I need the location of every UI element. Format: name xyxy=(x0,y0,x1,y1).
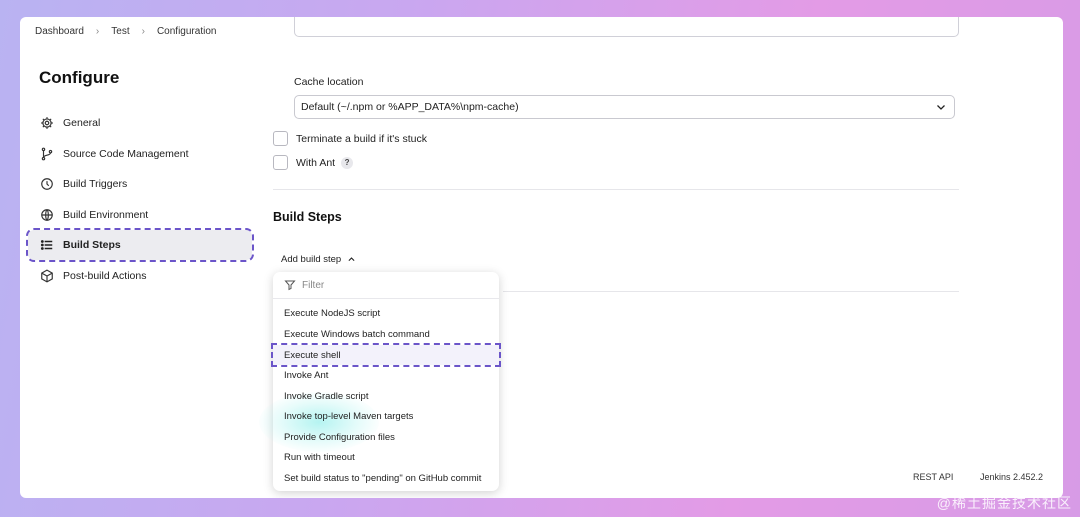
filter-icon xyxy=(284,280,296,291)
sidebar-item-label: Build Environment xyxy=(63,209,149,221)
add-build-step-button[interactable]: Add build step xyxy=(273,249,364,269)
gear-icon xyxy=(39,115,55,131)
dropdown-item-run-with-timeout[interactable]: Run with timeout xyxy=(273,447,499,467)
filter-input[interactable]: Filter xyxy=(273,272,499,299)
sidebar-item-label: Source Code Management xyxy=(63,148,189,160)
cache-location-value: Default (~/.npm or %APP_DATA%\npm-cache) xyxy=(301,101,519,113)
with-ant-label: With Ant xyxy=(296,156,336,169)
globe-icon xyxy=(39,207,55,223)
sidebar-item-build-triggers[interactable]: Build Triggers xyxy=(28,169,252,199)
sidebar-item-source-code-management[interactable]: Source Code Management xyxy=(28,139,252,169)
terminate-stuck-checkbox[interactable] xyxy=(273,131,288,146)
breadcrumb: Dashboard › Test › Configuration xyxy=(33,26,218,37)
add-build-step-label: Add build step xyxy=(281,253,342,265)
chevron-right-icon: › xyxy=(95,26,100,37)
main-content: Cache location Default (~/.npm or %APP_D… xyxy=(259,17,963,498)
sidebar-item-label: Build Steps xyxy=(63,239,121,251)
page-title: Configure xyxy=(39,68,120,87)
branch-icon xyxy=(39,146,55,162)
breadcrumb-test[interactable]: Test xyxy=(109,26,131,37)
breadcrumb-dashboard[interactable]: Dashboard xyxy=(33,26,86,37)
dropdown-item-execute-nodejs[interactable]: Execute NodeJS script xyxy=(273,303,499,323)
chevron-down-icon xyxy=(935,101,947,116)
terminate-stuck-option: Terminate a build if it's stuck xyxy=(273,131,427,146)
package-icon xyxy=(39,268,55,284)
dropdown-item-provide-config-files[interactable]: Provide Configuration files xyxy=(273,427,499,447)
with-ant-option: With Ant ? xyxy=(273,155,354,170)
dropdown-item-execute-windows-batch[interactable]: Execute Windows batch command xyxy=(273,324,499,344)
build-step-dropdown: Filter Execute NodeJS script Execute Win… xyxy=(259,272,501,491)
jenkins-window: Dashboard › Test › Configuration Configu… xyxy=(20,17,1063,498)
with-ant-checkbox[interactable] xyxy=(273,155,288,170)
dropdown-item-invoke-maven[interactable]: Invoke top-level Maven targets xyxy=(273,406,499,426)
sidebar-item-build-steps[interactable]: Build Steps xyxy=(26,228,254,262)
sidebar-item-general[interactable]: General xyxy=(28,108,252,138)
previous-field[interactable] xyxy=(294,17,959,37)
help-icon[interactable]: ? xyxy=(341,156,354,169)
sidebar-item-build-environment[interactable]: Build Environment xyxy=(28,200,252,230)
dropdown-item-set-build-status[interactable]: Set build status to "pending" on GitHub … xyxy=(273,468,499,488)
divider xyxy=(503,291,959,292)
terminate-stuck-label: Terminate a build if it's stuck xyxy=(296,132,427,145)
cache-location-label: Cache location xyxy=(294,76,364,88)
list-icon xyxy=(39,237,55,253)
sidebar-item-label: Build Triggers xyxy=(63,178,128,190)
dropdown-item-invoke-gradle[interactable]: Invoke Gradle script xyxy=(273,386,499,406)
chevron-up-icon xyxy=(348,256,355,261)
filter-placeholder: Filter xyxy=(302,279,325,291)
rest-api-link[interactable]: REST API xyxy=(913,472,953,482)
divider xyxy=(273,189,959,190)
breadcrumb-configuration[interactable]: Configuration xyxy=(155,26,218,37)
sidebar-item-label: General xyxy=(63,117,101,129)
chevron-right-icon: › xyxy=(141,26,145,37)
clock-icon xyxy=(39,176,55,192)
watermark: @稀土掘金技术社区 xyxy=(936,495,1072,511)
sidebar-item-label: Post-build Actions xyxy=(63,270,147,282)
build-steps-title: Build Steps xyxy=(273,210,342,224)
dropdown-item-invoke-ant[interactable]: Invoke Ant xyxy=(273,365,499,385)
cache-location-select[interactable]: Default (~/.npm or %APP_DATA%\npm-cache) xyxy=(294,95,955,119)
dropdown-item-execute-shell[interactable]: Execute shell xyxy=(271,343,501,367)
jenkins-version-link[interactable]: Jenkins 2.452.2 xyxy=(980,472,1043,482)
sidebar-item-post-build-actions[interactable]: Post-build Actions xyxy=(28,261,252,291)
